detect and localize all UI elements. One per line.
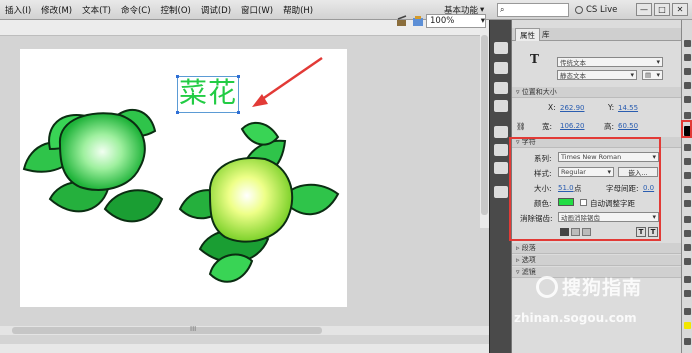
horizontal-scroll-thumb[interactable]: III	[12, 325, 322, 334]
text-type-value: 传统文本	[560, 59, 586, 67]
text-type-select[interactable]: 传统文本	[557, 57, 663, 67]
paint-bucket-tool-icon[interactable]	[684, 230, 691, 237]
history-icon[interactable]	[494, 186, 508, 198]
highlight-box-text-tool	[681, 120, 692, 138]
code-snippets-icon[interactable]	[494, 126, 508, 138]
tab-library[interactable]: 库	[538, 28, 554, 41]
section-title: 位置和大小	[521, 88, 557, 96]
line-tool-icon[interactable]	[684, 144, 691, 151]
brush-tool-icon[interactable]	[684, 186, 691, 193]
section-paragraph[interactable]: ▹ 段落	[512, 243, 682, 254]
tools-panel	[681, 20, 692, 353]
free-transform-tool-icon[interactable]	[684, 68, 691, 75]
section-options[interactable]: ▹ 选项	[512, 255, 682, 266]
section-position-size[interactable]: ▿ 位置和大小	[512, 87, 682, 98]
width-value[interactable]: 106.20	[560, 122, 585, 130]
tab-properties[interactable]: 属性	[515, 28, 540, 41]
text-orientation-select[interactable]: ▤	[642, 70, 663, 80]
watermark-url: zhinan.sogou.com	[514, 311, 637, 325]
eraser-tool-icon[interactable]	[684, 258, 691, 265]
section-title: 滤镜	[521, 268, 536, 276]
transform-icon[interactable]	[494, 100, 508, 112]
flash-window: 插入(I) 修改(M) 文本(T) 命令(C) 控制(O) 调试(D) 窗口(W…	[0, 0, 692, 353]
zoom-tool-icon[interactable]	[684, 290, 691, 297]
height-value[interactable]: 60.50	[618, 122, 638, 130]
bone-tool-icon[interactable]	[684, 216, 691, 223]
lasso-tool-icon[interactable]	[684, 96, 691, 103]
vertical-scroll-thumb[interactable]	[481, 35, 488, 215]
y-value[interactable]: 14.55	[618, 104, 638, 112]
text-mode-value: 静态文本	[560, 72, 586, 80]
info-icon[interactable]	[494, 82, 508, 94]
pen-tool-icon[interactable]	[684, 112, 691, 119]
stroke-color-icon[interactable]	[684, 308, 691, 315]
motion-presets-icon[interactable]	[494, 162, 508, 174]
components-icon[interactable]	[494, 144, 508, 156]
hand-tool-icon[interactable]	[684, 276, 691, 283]
panel-icon-strip	[489, 20, 511, 353]
section-title: 选项	[521, 256, 536, 264]
subselection-tool-icon[interactable]	[684, 54, 691, 61]
sogou-logo-icon	[536, 276, 558, 298]
3d-rotation-tool-icon[interactable]	[684, 82, 691, 89]
deco-tool-icon[interactable]	[684, 200, 691, 207]
eyedropper-tool-icon[interactable]	[684, 244, 691, 251]
align-icon[interactable]	[494, 62, 508, 74]
panel-tabs: 属性 库	[512, 28, 682, 41]
x-value[interactable]: 262.90	[560, 104, 585, 112]
swatches-icon[interactable]	[494, 42, 508, 54]
swap-colors-icon[interactable]	[684, 338, 691, 345]
y-label: Y:	[608, 103, 615, 112]
rectangle-tool-icon[interactable]	[684, 158, 691, 165]
section-title: 段落	[521, 244, 536, 252]
x-label: X:	[548, 103, 556, 112]
link-icon[interactable]: ⛓	[516, 122, 526, 131]
text-tool-icon: T	[530, 52, 539, 66]
selection-tool-icon[interactable]	[684, 40, 691, 47]
scroll-grip: III	[190, 325, 197, 333]
watermark-brand: 搜狗指南	[562, 277, 643, 299]
highlight-box-character	[509, 137, 661, 241]
height-label: 高:	[604, 122, 615, 131]
text-mode-select[interactable]: 静态文本	[557, 70, 637, 80]
status-strip	[0, 344, 489, 353]
pencil-tool-icon[interactable]	[684, 172, 691, 179]
orientation-icon: ▤	[645, 71, 652, 79]
width-label: 宽:	[542, 122, 553, 131]
fill-color-icon[interactable]	[684, 322, 691, 329]
